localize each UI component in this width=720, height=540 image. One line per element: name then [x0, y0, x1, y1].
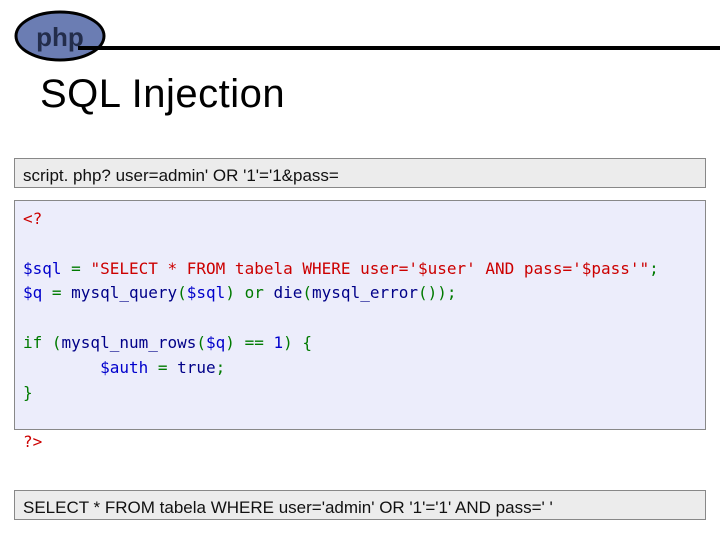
php-open: <? [23, 209, 42, 228]
eq2: = [42, 283, 71, 302]
var-q: $q [23, 283, 42, 302]
p4: ()) [418, 283, 447, 302]
sql-string: "SELECT * FROM tabela WHERE user='$user'… [90, 259, 649, 278]
kw-or: or [245, 283, 264, 302]
eq3: = [148, 358, 177, 377]
fn-numrows: mysql_num_rows [62, 333, 197, 352]
php-logo-text: php [36, 22, 84, 52]
php-close: ?> [23, 432, 42, 451]
num1: 1 [264, 333, 283, 352]
semi1: ; [649, 259, 659, 278]
var-sql: $sql [23, 259, 62, 278]
fn-mysql-query: mysql_query [71, 283, 177, 302]
semi3: ; [216, 358, 226, 377]
result-text: SELECT * FROM tabela WHERE user='admin' … [23, 498, 553, 517]
code-band: <? $sql = "SELECT * FROM tabela WHERE us… [14, 200, 706, 430]
url-text: script. php? user=admin' OR '1'='1&pass= [23, 166, 339, 185]
p6: ) [225, 333, 244, 352]
eqop: == [245, 333, 264, 352]
header-divider [78, 46, 720, 50]
arg-q: $q [206, 333, 225, 352]
p3: ( [302, 283, 312, 302]
php-logo-icon: php [10, 6, 130, 62]
url-band: script. php? user=admin' OR '1'='1&pass= [14, 158, 706, 188]
fn-mysql-error: mysql_error [312, 283, 418, 302]
indent [23, 358, 100, 377]
arg-sql: $sql [187, 283, 226, 302]
fn-die: die [273, 283, 302, 302]
var-auth: $auth [100, 358, 148, 377]
slide: php SQL Injection script. php? user=admi… [0, 0, 720, 540]
ifopen: ( [42, 333, 61, 352]
p2: ) [225, 283, 244, 302]
php-logo: php [10, 6, 130, 62]
kw-if: if [23, 333, 42, 352]
p1: ( [177, 283, 187, 302]
eq1: = [62, 259, 91, 278]
kw-true: true [177, 358, 216, 377]
p5: ( [196, 333, 206, 352]
semi2: ; [447, 283, 457, 302]
result-band: SELECT * FROM tabela WHERE user='admin' … [14, 490, 706, 520]
brace-close: } [23, 383, 33, 402]
slide-title: SQL Injection [40, 72, 285, 117]
ifclose: ) { [283, 333, 312, 352]
